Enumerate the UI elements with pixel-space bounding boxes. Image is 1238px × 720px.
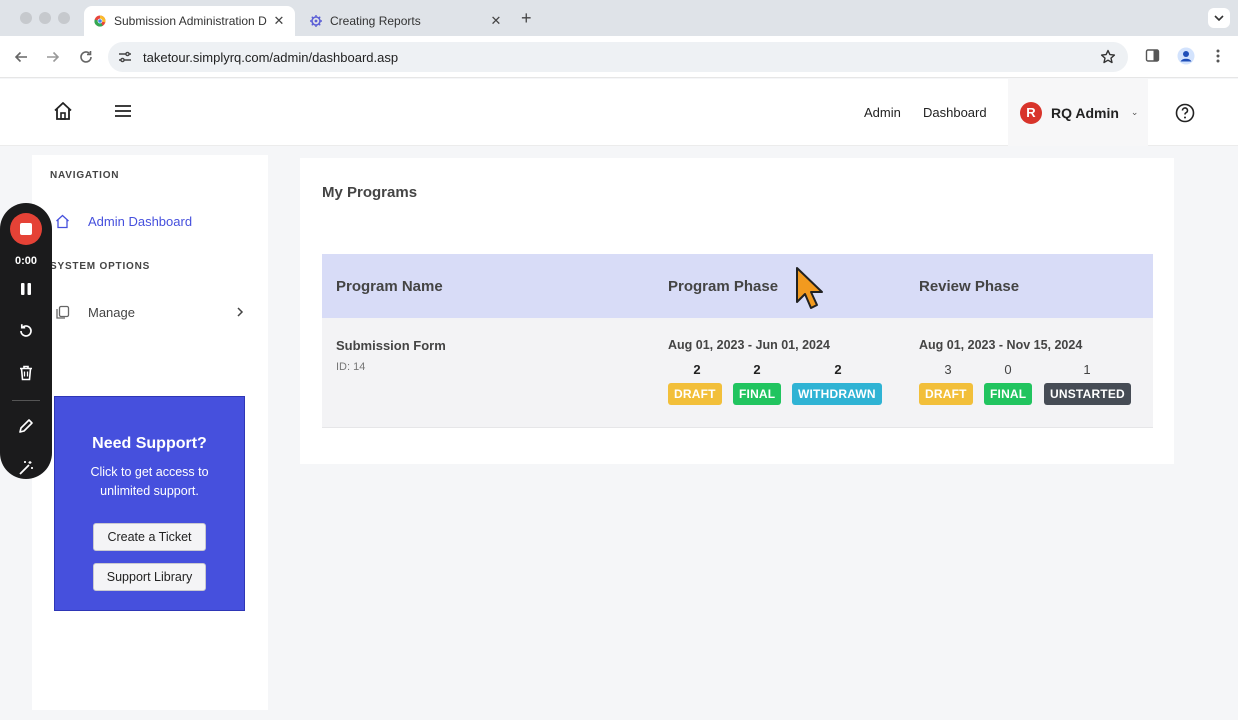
tab-title: Creating Reports: [330, 14, 421, 28]
review-final-count: 0: [1004, 362, 1012, 377]
new-tab-icon[interactable]: +: [521, 8, 532, 29]
program-phase-dates: Aug 01, 2023 - Jun 01, 2024: [668, 338, 830, 352]
address-bar[interactable]: taketour.simplyrq.com/admin/dashboard.as…: [108, 42, 1128, 72]
recording-timer: 0:00: [14, 255, 38, 267]
chrome-favicon-icon: [94, 15, 106, 27]
stop-recording-button[interactable]: [10, 213, 42, 245]
avatar: R: [1020, 101, 1042, 124]
sidebar-item-manage[interactable]: Manage: [54, 304, 244, 320]
close-tab-icon[interactable]: ✕: [271, 13, 287, 29]
support-panel: Need Support? Click to get access to unl…: [54, 396, 245, 611]
sidebar-item-admin-dashboard[interactable]: Admin Dashboard: [54, 213, 192, 229]
window-close-dot[interactable]: [20, 12, 32, 24]
column-header-program-phase: Program Phase: [668, 278, 779, 295]
stop-icon: [20, 223, 32, 235]
trash-icon[interactable]: [17, 364, 35, 382]
draft-badge[interactable]: DRAFT: [919, 383, 973, 405]
chevron-right-icon: [236, 305, 244, 320]
pencil-icon[interactable]: [17, 417, 35, 435]
home-icon[interactable]: [53, 101, 73, 121]
page-title: My Programs: [322, 184, 418, 201]
support-text: Click to get access to unlimited support…: [90, 465, 209, 498]
browser-menu-icon[interactable]: [1214, 48, 1222, 64]
tab-search-icon[interactable]: [1208, 8, 1230, 28]
screen-recorder-toolbar: 0:00: [0, 203, 52, 479]
gear-favicon-icon: [310, 15, 322, 27]
app-header: Admin Dashboard R RQ Admin ⌄: [0, 79, 1238, 146]
program-id: ID: 14: [336, 361, 366, 373]
unstarted-badge[interactable]: UNSTARTED: [1044, 383, 1131, 405]
create-ticket-button[interactable]: Create a Ticket: [93, 523, 206, 551]
final-badge[interactable]: FINAL: [733, 383, 782, 405]
nav-link-dashboard[interactable]: Dashboard: [923, 105, 987, 120]
pause-icon[interactable]: [17, 280, 35, 298]
magic-wand-icon[interactable]: [17, 459, 35, 477]
program-draft-count: 2: [693, 362, 701, 377]
browser-tab-active[interactable]: Submission Administration D ✕: [84, 6, 295, 36]
help-icon[interactable]: [1175, 103, 1195, 123]
review-unstarted-count: 1: [1083, 362, 1091, 377]
programs-card: My Programs Program Name Program Phase R…: [300, 158, 1174, 464]
reload-icon[interactable]: [77, 48, 95, 66]
program-name[interactable]: Submission Form: [336, 338, 446, 353]
column-header-review-phase: Review Phase: [919, 278, 1020, 295]
tab-title: Submission Administration D: [114, 14, 267, 28]
side-panel-icon[interactable]: [1145, 48, 1160, 63]
window-maximize-dot[interactable]: [58, 12, 70, 24]
home-outline-icon: [54, 213, 70, 229]
review-draft-count: 3: [944, 362, 952, 377]
copy-icon: [54, 304, 70, 320]
column-header-program-name: Program Name: [336, 278, 443, 295]
review-phase-dates: Aug 01, 2023 - Nov 15, 2024: [919, 338, 1083, 352]
nav-link-admin[interactable]: Admin: [864, 105, 901, 120]
table-row[interactable]: Submission Form ID: 14 Aug 01, 2023 - Ju…: [322, 318, 1153, 428]
window-minimize-dot[interactable]: [39, 12, 51, 24]
browser-toolbar: taketour.simplyrq.com/admin/dashboard.as…: [0, 36, 1238, 78]
navigation-heading: NAVIGATION: [50, 170, 120, 181]
url-text: taketour.simplyrq.com/admin/dashboard.as…: [143, 50, 399, 65]
sidebar-item-label: Manage: [88, 304, 135, 320]
restart-icon[interactable]: [17, 322, 35, 340]
bookmark-star-icon[interactable]: [1100, 49, 1116, 65]
sidebar: NAVIGATION Admin Dashboard SYSTEM OPTION…: [32, 155, 268, 710]
browser-tab-bar: Submission Administration D ✕ Creating R…: [0, 0, 1238, 36]
withdrawn-badge[interactable]: WITHDRAWN: [792, 383, 882, 405]
system-options-heading: SYSTEM OPTIONS: [50, 261, 151, 272]
user-name: RQ Admin: [1051, 104, 1119, 121]
recorder-divider: [12, 400, 40, 401]
profile-icon[interactable]: [1177, 47, 1195, 65]
table-header: Program Name Program Phase Review Phase: [322, 254, 1153, 318]
forward-icon[interactable]: [44, 48, 62, 66]
user-menu[interactable]: R RQ Admin ⌄: [1008, 79, 1148, 146]
sidebar-item-label: Admin Dashboard: [88, 213, 193, 229]
final-badge[interactable]: FINAL: [984, 383, 1033, 405]
program-withdrawn-count: 2: [834, 362, 842, 377]
mouse-cursor-icon: [796, 267, 823, 309]
site-settings-icon[interactable]: [118, 50, 132, 64]
back-icon[interactable]: [12, 48, 30, 66]
support-library-button[interactable]: Support Library: [93, 563, 206, 591]
browser-tab[interactable]: Creating Reports ✕: [300, 6, 512, 36]
draft-badge[interactable]: DRAFT: [668, 383, 722, 405]
program-final-count: 2: [753, 362, 761, 377]
menu-hamburger-icon[interactable]: [114, 104, 132, 118]
close-tab-icon[interactable]: ✕: [488, 13, 504, 29]
chevron-down-icon: ⌄: [1130, 107, 1139, 117]
support-title: Need Support?: [92, 435, 207, 452]
